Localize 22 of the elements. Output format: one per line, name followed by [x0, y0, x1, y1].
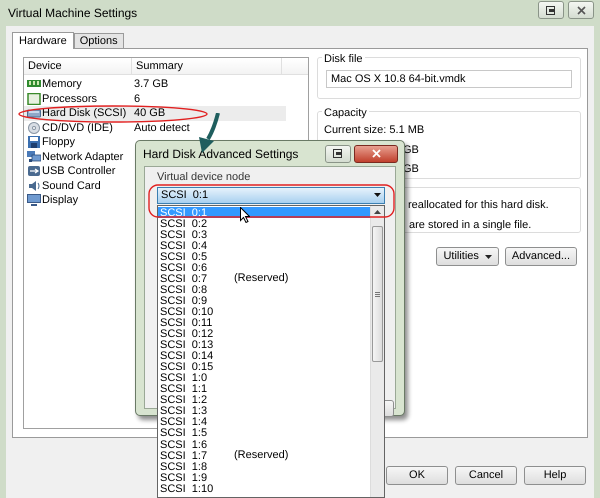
device-name: Processors — [42, 92, 98, 106]
device-summary: 3.7 GB — [133, 77, 168, 92]
info-text: reallocated for this hard disk. — [408, 198, 550, 213]
group-label: Virtual device node — [157, 170, 252, 185]
device-summary: 40 GB — [133, 106, 166, 121]
device-name: Memory — [42, 77, 82, 92]
option-note: (Reserved) — [234, 450, 288, 462]
device-name: CD/DVD (IDE) — [42, 120, 113, 136]
info-text: are stored in a single file. — [408, 218, 532, 232]
group-label: Capacity — [322, 105, 369, 122]
device-name: Sound Card — [42, 178, 101, 194]
device-name: Display — [42, 193, 78, 208]
device-name: Floppy — [42, 135, 76, 150]
capacity-text: Current size: 5.1 MB — [324, 123, 426, 138]
window-title: Virtual Machine Settings — [8, 5, 138, 22]
device-name: Network Adapter — [42, 150, 124, 164]
device-summary: Auto detect — [133, 120, 190, 136]
device-name: Hard Disk (SCSI) — [42, 106, 126, 121]
option-note: (Reserved) — [234, 273, 288, 284]
device-name: USB Controller — [42, 164, 116, 179]
device-summary: 6 — [133, 92, 140, 106]
dialog-title: Hard Disk Advanced Settings — [143, 146, 298, 162]
